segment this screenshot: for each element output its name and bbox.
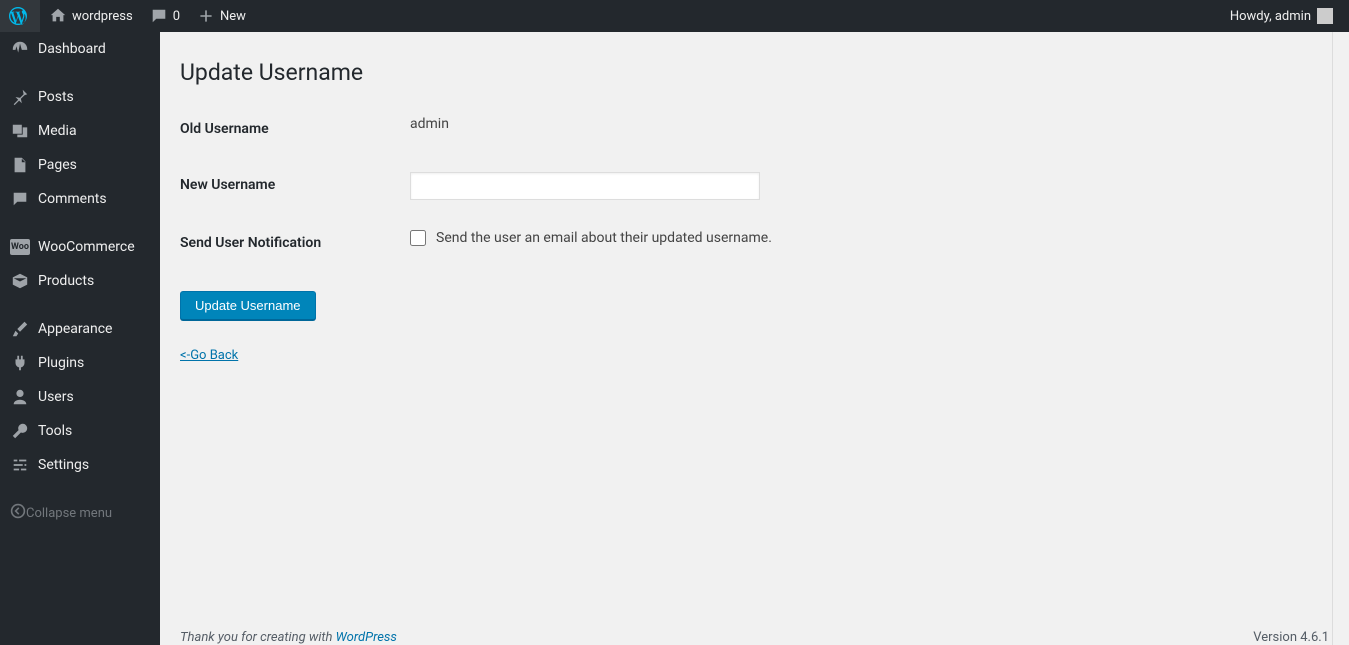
old-username-label: Old Username <box>180 101 400 157</box>
wrench-icon <box>10 421 30 441</box>
sidebar-item-posts[interactable]: Posts <box>0 80 160 114</box>
sidebar-item-users[interactable]: Users <box>0 380 160 414</box>
sidebar-item-woocommerce[interactable]: Woo WooCommerce <box>0 230 160 264</box>
my-account-link[interactable]: Howdy, admin <box>1222 0 1341 32</box>
wp-logo-menu[interactable] <box>0 0 40 32</box>
main-content: Update Username Old Username admin New U… <box>160 32 1349 645</box>
new-label: New <box>220 9 246 24</box>
user-icon <box>10 387 30 407</box>
admin-sidebar: Dashboard Posts Media Pages Comments Woo… <box>0 32 160 645</box>
sidebar-item-label: WooCommerce <box>38 239 135 255</box>
comments-link[interactable]: 0 <box>141 0 188 32</box>
old-username-value: admin <box>400 101 1329 157</box>
sidebar-item-pages[interactable]: Pages <box>0 148 160 182</box>
brush-icon <box>10 319 30 339</box>
update-username-button[interactable]: Update Username <box>180 291 316 320</box>
sidebar-item-label: Users <box>38 389 74 405</box>
sidebar-item-plugins[interactable]: Plugins <box>0 346 160 380</box>
sidebar-item-settings[interactable]: Settings <box>0 448 160 482</box>
comment-icon <box>149 6 169 26</box>
sidebar-item-label: Tools <box>38 423 72 439</box>
sidebar-item-appearance[interactable]: Appearance <box>0 312 160 346</box>
page-icon <box>10 155 30 175</box>
go-back-link[interactable]: <-Go Back <box>180 348 238 363</box>
notification-checkbox-text: Send the user an email about their updat… <box>436 230 772 246</box>
sidebar-item-media[interactable]: Media <box>0 114 160 148</box>
plus-icon <box>196 6 216 26</box>
notification-checkbox[interactable] <box>410 230 426 246</box>
sidebar-item-label: Pages <box>38 157 77 173</box>
site-name-label: wordpress <box>72 9 133 24</box>
sliders-icon <box>10 455 30 475</box>
avatar <box>1317 8 1333 24</box>
sidebar-item-products[interactable]: Products <box>0 264 160 298</box>
plug-icon <box>10 353 30 373</box>
sidebar-item-label: Media <box>38 123 77 139</box>
sidebar-item-label: Plugins <box>38 355 84 371</box>
pin-icon <box>10 87 30 107</box>
home-icon <box>48 6 68 26</box>
notification-label: Send User Notification <box>180 215 400 271</box>
collapse-label: Collapse menu <box>26 506 112 521</box>
sidebar-item-label: Appearance <box>38 321 112 337</box>
sidebar-item-label: Posts <box>38 89 74 105</box>
new-username-label: New Username <box>180 157 400 215</box>
woocommerce-icon: Woo <box>10 237 30 257</box>
footer-version: Version 4.6.1 <box>1253 630 1329 645</box>
sidebar-item-label: Settings <box>38 457 89 473</box>
wordpress-icon <box>8 6 28 26</box>
new-username-input[interactable] <box>410 172 760 200</box>
collapse-menu-button[interactable]: Collapse menu <box>0 496 160 530</box>
site-name-link[interactable]: wordpress <box>40 0 141 32</box>
sidebar-item-label: Dashboard <box>38 41 106 57</box>
footer-wordpress-link[interactable]: WordPress <box>336 630 397 645</box>
sidebar-item-label: Products <box>38 273 94 289</box>
footer: Thank you for creating with WordPress Ve… <box>160 620 1349 645</box>
collapse-icon <box>10 503 26 523</box>
dashboard-icon <box>10 39 30 59</box>
sidebar-item-label: Comments <box>38 191 107 207</box>
howdy-text: Howdy, admin <box>1230 9 1311 24</box>
media-icon <box>10 121 30 141</box>
page-title: Update Username <box>180 42 1329 101</box>
sidebar-item-dashboard[interactable]: Dashboard <box>0 32 160 66</box>
products-icon <box>10 271 30 291</box>
comment-icon <box>10 189 30 209</box>
sidebar-item-comments[interactable]: Comments <box>0 182 160 216</box>
comments-count: 0 <box>173 9 180 24</box>
scrollbar[interactable] <box>1332 32 1349 645</box>
footer-thankyou-prefix: Thank you for creating with <box>180 630 336 645</box>
new-content-link[interactable]: New <box>188 0 254 32</box>
sidebar-item-tools[interactable]: Tools <box>0 414 160 448</box>
admin-bar: wordpress 0 New Howdy, admin <box>0 0 1349 32</box>
